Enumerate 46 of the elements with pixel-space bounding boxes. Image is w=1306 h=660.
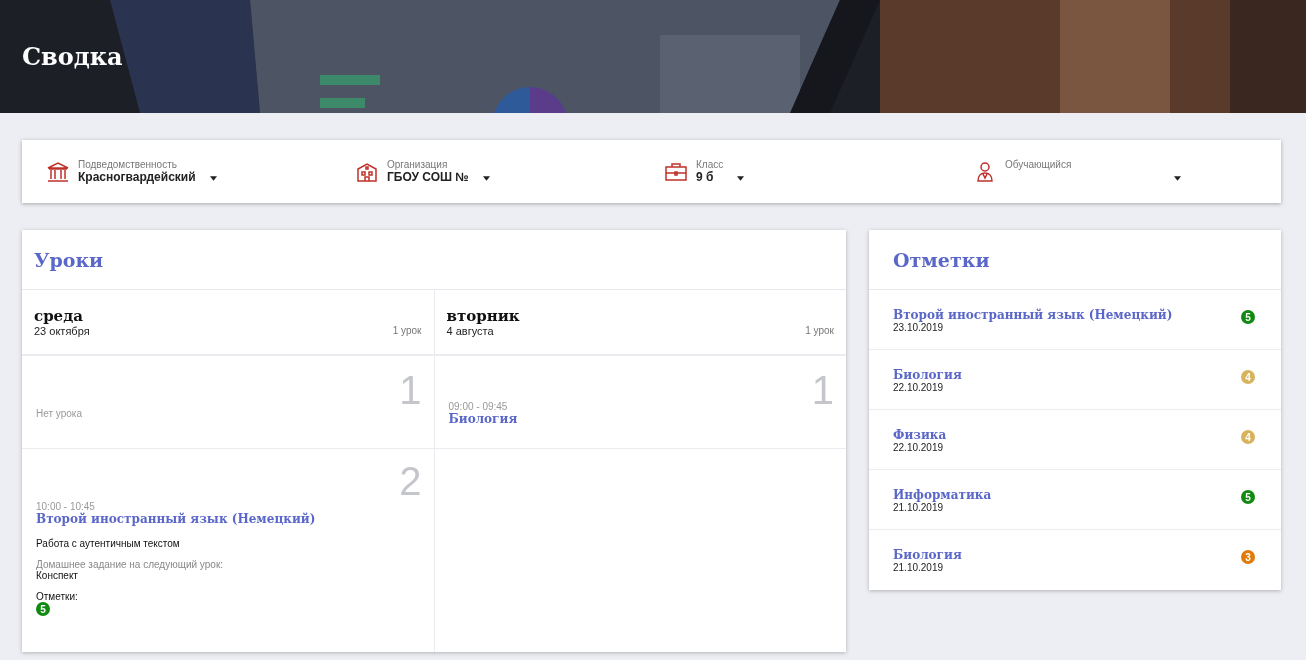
subject-link[interactable]: Второй иностранный язык (Немецкий) xyxy=(893,308,1173,322)
grade-badge: 5 xyxy=(36,602,50,616)
lesson-time: 09:00 - 09:45 xyxy=(448,400,508,412)
homework-label: Домашнее задание на следующий урок: xyxy=(36,559,224,570)
lesson-topic: Работа с аутентичным текстом xyxy=(36,538,180,549)
card-title: Отметки xyxy=(869,230,1281,290)
lesson-number: 2 xyxy=(399,459,422,504)
grade-badge: 5 xyxy=(1241,490,1255,504)
mark-date: 21.10.2019 xyxy=(893,502,945,513)
filter-dropdown[interactable]: Класс 9 б xyxy=(664,159,973,184)
grade-badge: 4 xyxy=(1241,430,1255,444)
mark-date: 22.10.2019 xyxy=(893,442,945,453)
day-name: вторник xyxy=(446,307,520,325)
subject-link[interactable]: Биология xyxy=(893,548,962,562)
columns-building-icon xyxy=(46,159,70,184)
caret-icon xyxy=(209,176,217,181)
day-date: 4 августа xyxy=(446,325,495,337)
subject-link[interactable]: Биология xyxy=(448,411,518,426)
page-title: Сводка xyxy=(22,42,123,71)
subject-link[interactable]: Второй иностранный язык (Немецкий) xyxy=(36,512,316,526)
lesson-time: 10:00 - 10:45 xyxy=(36,501,95,512)
mark-date: 21.10.2019 xyxy=(893,562,945,573)
filter-dropdown[interactable]: Организация ГБОУ СОШ № xyxy=(355,159,664,184)
no-lesson-text: Нет урока xyxy=(36,407,82,419)
mark-date: 22.10.2019 xyxy=(893,382,945,393)
mark-date: 23.10.2019 xyxy=(893,322,945,333)
marks-label: Отметки: xyxy=(36,591,78,602)
lesson-number: 1 xyxy=(399,368,422,413)
caret-icon xyxy=(737,176,745,181)
homework-text: Конспект xyxy=(36,570,78,581)
caret-icon xyxy=(482,176,490,181)
card-title: Уроки xyxy=(22,230,846,290)
grade-badge: 4 xyxy=(1241,370,1255,384)
subject-link[interactable]: Физика xyxy=(893,428,947,442)
lesson-count: 1 урок xyxy=(392,324,422,336)
filter-dropdown[interactable]: Подведомственность Красногвардейский xyxy=(46,159,355,184)
grade-badge: 3 xyxy=(1241,550,1255,564)
subject-link[interactable]: Информатика xyxy=(893,488,992,502)
caret-icon xyxy=(1174,176,1181,181)
day-name: среда xyxy=(34,307,84,325)
subject-link[interactable]: Биология xyxy=(893,368,962,382)
filter-dropdown[interactable]: Обучающийся xyxy=(973,159,1181,184)
day-date: 23 октября xyxy=(34,325,90,337)
lesson-count: 1 урок xyxy=(805,324,834,336)
grade-badge: 5 xyxy=(1241,310,1255,324)
lesson-number: 1 xyxy=(811,368,834,413)
